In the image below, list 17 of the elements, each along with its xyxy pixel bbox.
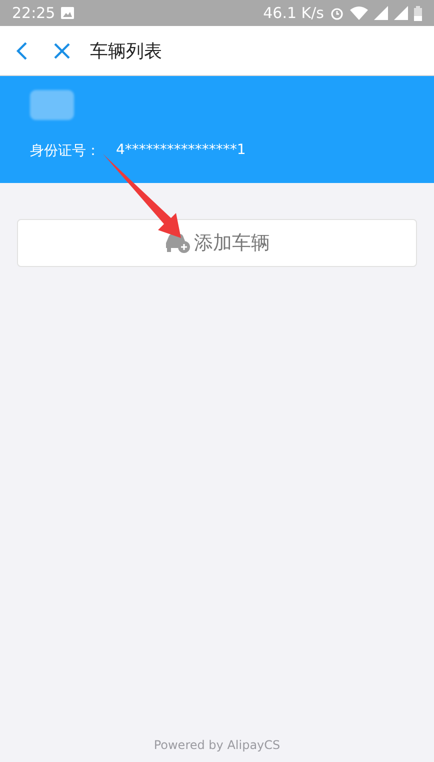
alarm-icon: [330, 6, 344, 20]
signal-icon: [374, 6, 388, 20]
battery-icon: [414, 6, 422, 20]
blurred-name: [30, 90, 74, 120]
clock-text: 22:25: [12, 4, 56, 22]
car-add-icon: [164, 233, 190, 253]
back-icon[interactable]: [16, 42, 28, 60]
id-label: 身份证号：: [30, 142, 100, 160]
page-title: 车辆列表: [90, 40, 162, 62]
network-speed-text: 46.1 K/s: [263, 4, 324, 22]
signal-icon: [394, 6, 408, 20]
add-vehicle-button[interactable]: 添加车辆: [17, 219, 417, 267]
wifi-icon: [350, 6, 368, 20]
image-icon: [61, 7, 74, 19]
close-icon[interactable]: [54, 42, 70, 58]
footer-text: Powered by AlipayCS: [154, 738, 280, 752]
id-number: 4****************1: [116, 142, 246, 160]
